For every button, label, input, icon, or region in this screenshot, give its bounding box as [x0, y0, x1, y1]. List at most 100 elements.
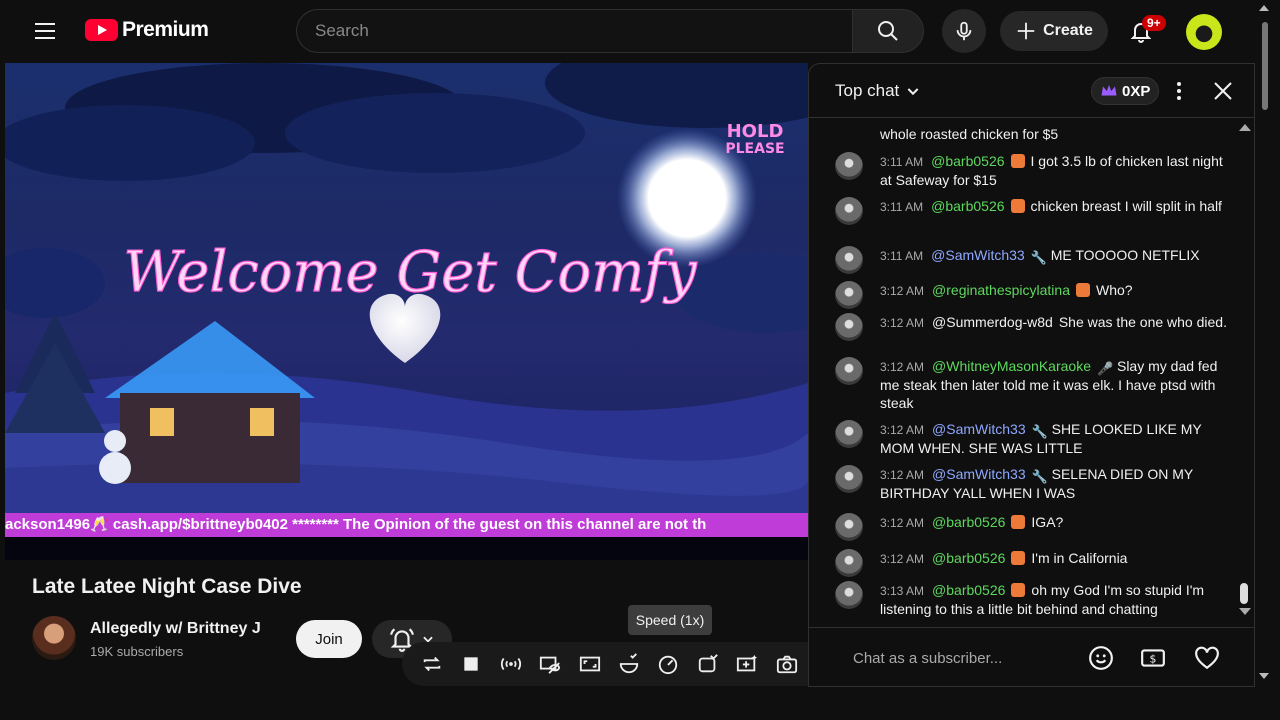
stream-scene: HOLD PLEASE Welcome Get Comfy	[5, 63, 808, 513]
message-text: Who?	[1096, 282, 1133, 298]
author-name[interactable]: @barb0526	[932, 514, 1005, 530]
aspect-ratio-button[interactable]	[575, 649, 605, 679]
filter-button[interactable]	[614, 649, 644, 679]
camera-icon	[776, 655, 797, 674]
aspect-ratio-icon	[579, 656, 600, 672]
chat-input[interactable]	[837, 639, 1095, 677]
page-scrollbar-thumb[interactable]	[1262, 22, 1268, 110]
sparkle-screen-icon	[737, 654, 758, 672]
screenshot-button[interactable]	[772, 649, 802, 679]
karaoke-badge-icon: 🎤	[1096, 361, 1114, 376]
author-name[interactable]: @WhitneyMasonKaraoke	[932, 358, 1091, 374]
video-title: Late Latee Night Case Dive	[32, 575, 302, 598]
heart-button[interactable]	[1193, 644, 1221, 672]
plus-icon	[1017, 22, 1035, 40]
chat-mode-selector[interactable]: Top chat	[835, 81, 921, 101]
loop-button[interactable]	[417, 649, 447, 679]
author-avatar[interactable]	[835, 357, 863, 385]
chat-message: 3:12 AM @SamWitch33 🔧 SELENA DIED ON MY BIR…	[835, 465, 1235, 502]
chat-message: whole roasted chicken for $5	[835, 125, 1235, 143]
audio-mode-button[interactable]	[496, 649, 526, 679]
chat-message: 3:12 AM @barb0526 IGA?	[835, 513, 1235, 541]
eye-slash-icon	[539, 656, 561, 674]
search-input[interactable]	[296, 9, 852, 53]
account-avatar[interactable]	[1186, 14, 1222, 50]
chat-scroll-up-arrow[interactable]	[1239, 124, 1251, 131]
create-label: Create	[1043, 22, 1093, 39]
svg-text:$: $	[1150, 652, 1157, 665]
page-scroll-down-arrow[interactable]	[1259, 673, 1269, 679]
dollar-card-icon: $	[1141, 649, 1165, 667]
message-text: oh my God I'm so stupid I'm listening to…	[880, 582, 1205, 617]
close-icon[interactable]	[1211, 79, 1235, 103]
author-name[interactable]: @barb0526	[931, 198, 1004, 214]
message-time: 3:11 AM	[880, 200, 924, 214]
enhance-button[interactable]	[732, 649, 762, 679]
voice-search-button[interactable]	[942, 9, 986, 53]
chat-scrollbar-thumb[interactable]	[1240, 583, 1248, 604]
message-text: I'm in California	[1031, 550, 1128, 566]
author-avatar[interactable]	[835, 246, 863, 274]
youtube-premium-logo[interactable]: Premium	[85, 18, 209, 42]
notification-badge: 9+	[1142, 15, 1166, 31]
author-name[interactable]: @barb0526	[932, 582, 1005, 598]
speedometer-icon	[659, 655, 678, 675]
more-vert-icon[interactable]	[1167, 78, 1191, 104]
video-player[interactable]: HOLD PLEASE Welcome Get Comfy ackson1496…	[5, 63, 808, 560]
speed-tooltip: Speed (1x)	[628, 605, 712, 635]
author-avatar[interactable]	[835, 281, 863, 309]
author-name[interactable]: @barb0526	[932, 550, 1005, 566]
channel-avatar[interactable]	[32, 616, 76, 660]
author-name[interactable]: @barb0526	[931, 153, 1004, 169]
stop-button[interactable]	[456, 649, 486, 679]
search-button[interactable]	[852, 9, 924, 53]
message-time: 3:11 AM	[880, 155, 924, 169]
create-button[interactable]: Create	[1000, 11, 1108, 51]
chat-header: Top chat 0XP	[809, 64, 1254, 118]
extension-toolbar	[402, 642, 856, 686]
author-avatar[interactable]	[835, 581, 863, 609]
chat-message: 3:11 AM @barb0526 I got 3.5 lb of chicken …	[835, 152, 1235, 189]
smiley-icon	[1089, 646, 1113, 670]
author-avatar[interactable]	[835, 420, 863, 448]
wrench-icon: 🔧	[1031, 424, 1048, 439]
hamburger-menu-icon[interactable]	[28, 14, 62, 48]
chat-mode-label: Top chat	[835, 81, 900, 100]
overlay-hold-text: HOLD	[727, 121, 784, 142]
super-chat-button[interactable]: $	[1139, 644, 1167, 672]
author-name[interactable]: @Summerdog-w8d	[932, 314, 1053, 330]
author-name[interactable]: @SamWitch33	[932, 421, 1026, 437]
page-bottom-strip	[0, 686, 1280, 720]
chat-messages: whole roasted chicken for $5 3:11 AM @bar…	[809, 119, 1254, 627]
speed-button[interactable]	[653, 649, 683, 679]
join-button[interactable]: Join	[296, 620, 362, 658]
author-name[interactable]: @SamWitch33	[931, 247, 1025, 263]
author-avatar[interactable]	[835, 197, 863, 225]
author-avatar[interactable]	[835, 465, 863, 493]
ticker-banner: ackson1496🥂 cash.app/$brittneyb0402 ****…	[5, 513, 808, 537]
chat-message: 3:12 AM @WhitneyMasonKaraoke 🎤 Slay my dad …	[835, 357, 1235, 412]
chat-scroll-down-arrow[interactable]	[1239, 608, 1251, 615]
author-name[interactable]: @SamWitch33	[932, 466, 1026, 482]
page-scroll-up-arrow[interactable]	[1259, 5, 1269, 11]
message-time: 3:12 AM	[880, 552, 925, 566]
emoji-button[interactable]	[1087, 644, 1115, 672]
author-avatar[interactable]	[835, 313, 863, 341]
effects-button[interactable]	[693, 649, 723, 679]
author-avatar[interactable]	[835, 513, 863, 541]
channel-name[interactable]: Allegedly w/ Brittney J	[90, 620, 261, 638]
author-name[interactable]: @reginathespicylatina	[932, 282, 1070, 298]
message-text: chicken breast I will split in half	[1030, 198, 1222, 214]
message-time: 3:13 AM	[880, 584, 925, 598]
message-time: 3:12 AM	[880, 360, 925, 374]
wrench-icon: 🔧	[1031, 469, 1048, 484]
hide-video-button[interactable]	[535, 649, 565, 679]
author-avatar[interactable]	[835, 549, 863, 577]
xp-label: 0XP	[1122, 82, 1151, 100]
live-chat-panel: Top chat 0XP whole roasted chicken for $…	[808, 63, 1255, 687]
heart-icon	[1195, 646, 1219, 670]
overlay-welcome-text: Welcome Get Comfy	[123, 240, 698, 305]
author-avatar[interactable]	[835, 152, 863, 180]
xp-badge[interactable]: 0XP	[1091, 77, 1160, 105]
message-text: IGA?	[1031, 514, 1064, 530]
